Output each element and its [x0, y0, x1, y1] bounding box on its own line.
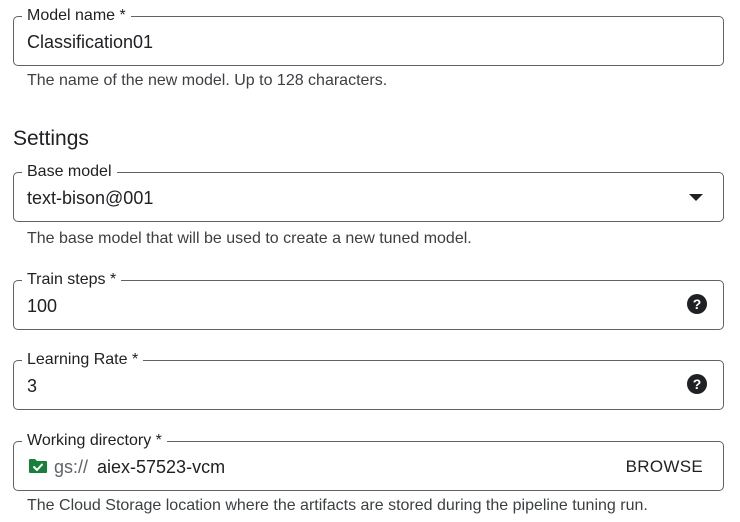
learning-rate-label: Learning Rate *	[22, 350, 144, 370]
model-name-field[interactable]: Model name * Classification01	[13, 6, 724, 66]
model-name-label: Model name *	[22, 6, 131, 26]
learning-rate-field[interactable]: Learning Rate * 3 ?	[13, 350, 724, 410]
working-directory-label: Working directory *	[22, 431, 167, 451]
working-directory-input[interactable]: aiex-57523-vcm	[97, 456, 225, 478]
working-directory-field[interactable]: Working directory * gs:// aiex-57523-vcm…	[13, 431, 724, 491]
settings-heading: Settings	[13, 127, 89, 150]
browse-button[interactable]: BROWSE	[626, 456, 703, 478]
help-icon[interactable]: ?	[687, 374, 707, 394]
train-steps-input[interactable]: 100	[27, 295, 57, 317]
train-steps-label: Train steps *	[22, 270, 122, 290]
help-icon[interactable]: ?	[687, 294, 707, 314]
base-model-value[interactable]: text-bison@001	[27, 187, 153, 209]
learning-rate-input[interactable]: 3	[27, 375, 37, 397]
train-steps-field[interactable]: Train steps * 100 ?	[13, 270, 724, 330]
folder-check-icon	[28, 458, 48, 474]
working-directory-hint: The Cloud Storage location where the art…	[27, 497, 648, 514]
base-model-select[interactable]: Base model text-bison@001	[13, 162, 724, 222]
base-model-label: Base model	[22, 162, 117, 182]
model-name-input[interactable]: Classification01	[27, 31, 153, 53]
model-name-hint: The name of the new model. Up to 128 cha…	[27, 72, 388, 89]
gs-prefix: gs://	[54, 457, 89, 477]
base-model-hint: The base model that will be used to crea…	[27, 230, 472, 247]
dropdown-arrow-icon[interactable]	[689, 194, 703, 201]
